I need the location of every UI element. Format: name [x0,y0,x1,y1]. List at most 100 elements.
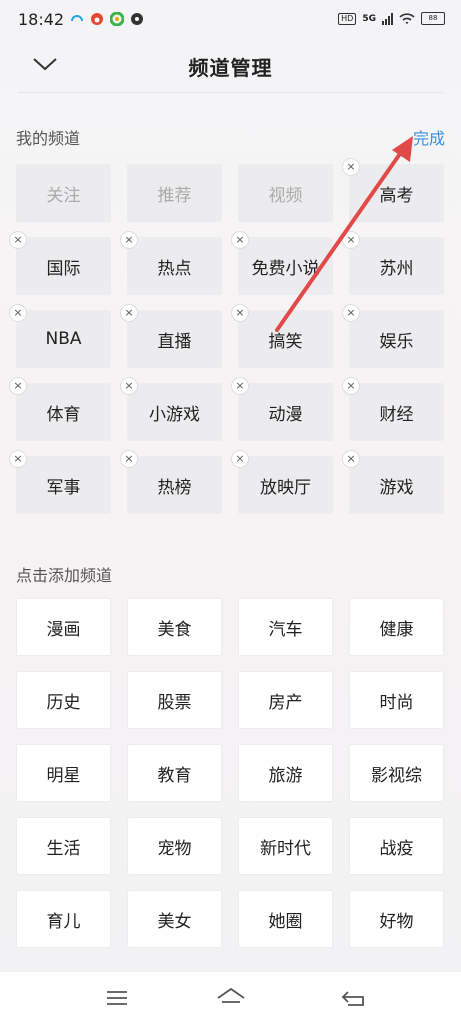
channel-label: 房产 [268,692,303,713]
remove-channel-icon[interactable]: × [120,377,138,395]
remove-channel-icon[interactable]: × [120,450,138,468]
add-channel-chip[interactable]: 她圈 [238,890,333,948]
remove-channel-icon[interactable]: × [9,304,27,322]
status-time: 18:42 [18,10,65,29]
channel-label: 好物 [379,911,414,932]
remove-channel-icon[interactable]: × [231,450,249,468]
my-channel-chip[interactable]: 国际 × [9,231,111,295]
signal-icon [382,12,393,25]
channel-label: 搞笑 [268,331,303,352]
add-channel-chip[interactable]: 汽车 [238,598,333,656]
hd-badge: HD [338,12,357,25]
channel-label: 苏州 [379,258,414,279]
add-channel-chip[interactable]: 影视综 [349,744,444,802]
remove-channel-icon[interactable]: × [9,450,27,468]
home-icon[interactable] [216,986,246,1010]
status-notification-icons [70,12,144,26]
my-channel-chip[interactable]: 游戏 × [342,450,444,514]
add-channel-chip[interactable]: 明星 [16,744,111,802]
remove-channel-icon[interactable]: × [231,304,249,322]
channel-label: 育儿 [46,911,81,932]
back-icon[interactable] [340,986,366,1010]
fixed-channel-chip[interactable]: 视频 [238,164,333,222]
fixed-channel-chip[interactable]: 推荐 [127,164,222,222]
channel-label: 生活 [46,838,81,859]
fixed-channel-chip[interactable]: 关注 [16,164,111,222]
menu-icon[interactable] [104,986,130,1010]
remove-channel-icon[interactable]: × [231,231,249,249]
add-channel-chip[interactable]: 健康 [349,598,444,656]
my-channel-chip[interactable]: NBA × [9,304,111,368]
channel-label: NBA [45,329,82,349]
channel-label: 免费小说 [251,258,320,279]
weibo-icon [91,13,103,25]
remove-channel-icon[interactable]: × [342,304,360,322]
my-channel-chip[interactable]: 小游戏 × [120,377,222,441]
add-channel-chip[interactable]: 战疫 [349,817,444,875]
remove-channel-icon[interactable]: × [342,231,360,249]
channel-label: 放映厅 [260,477,311,498]
my-channel-chip[interactable]: 热点 × [120,231,222,295]
navigation-bar [0,972,461,1024]
page-title: 频道管理 [188,56,273,80]
remove-channel-icon[interactable]: × [342,450,360,468]
remove-channel-icon[interactable]: × [9,377,27,395]
my-channel-chip[interactable]: 直播 × [120,304,222,368]
my-channel-chip[interactable]: 免费小说 × [231,231,333,295]
channel-label: 历史 [46,692,81,713]
channel-label: 她圈 [268,911,303,932]
my-channel-chip[interactable]: 苏州 × [342,231,444,295]
my-channel-chip[interactable]: 动漫 × [231,377,333,441]
channel-label: 健康 [379,619,414,640]
add-channel-chip[interactable]: 生活 [16,817,111,875]
pinwheel-icon [131,13,143,25]
remove-channel-icon[interactable]: × [9,231,27,249]
battery-icon: 88 [421,12,445,25]
add-channel-chip[interactable]: 漫画 [16,598,111,656]
status-bar: 18:42 HD 5G 88 [0,0,461,40]
channel-label: 推荐 [157,185,192,206]
add-channel-chip[interactable]: 历史 [16,671,111,729]
done-button[interactable]: 完成 [413,125,445,149]
channel-label: 国际 [46,258,81,279]
channel-label: 时尚 [379,692,414,713]
remove-channel-icon[interactable]: × [342,377,360,395]
channel-label: 视频 [268,185,303,206]
channel-label: 宠物 [157,838,192,859]
remove-channel-icon[interactable]: × [342,158,360,176]
my-channel-chip[interactable]: 热榜 × [120,450,222,514]
my-channel-chip[interactable]: 搞笑 × [231,304,333,368]
remove-channel-icon[interactable]: × [120,304,138,322]
add-channel-chip[interactable]: 好物 [349,890,444,948]
remove-channel-icon[interactable]: × [120,231,138,249]
add-channel-chip[interactable]: 旅游 [238,744,333,802]
my-channel-chip[interactable]: 体育 × [9,377,111,441]
remove-channel-icon[interactable]: × [231,377,249,395]
add-channel-chip[interactable]: 新时代 [238,817,333,875]
channel-label: 动漫 [268,404,303,425]
my-channel-chip[interactable]: 放映厅 × [231,450,333,514]
my-channel-chip[interactable]: 高考 × [342,158,444,222]
add-channel-chip[interactable]: 美女 [127,890,222,948]
channel-label: 新时代 [260,838,311,859]
my-channel-chip[interactable]: 军事 × [9,450,111,514]
add-channel-chip[interactable]: 房产 [238,671,333,729]
channel-label: 小游戏 [149,404,200,425]
add-channel-chip[interactable]: 宠物 [127,817,222,875]
my-channel-chip[interactable]: 财经 × [342,377,444,441]
channel-label: 影视综 [371,765,422,786]
channel-label: 美食 [157,619,192,640]
add-channel-chip[interactable]: 育儿 [16,890,111,948]
my-channel-chip[interactable]: 娱乐 × [342,304,444,368]
my-channels-grid: 关注 推荐 视频 高考 × 国际 × 热点 × 免费小说 × 苏州 × NBA × 直播 × 搞笑 × 娱乐 × 体育 × 小… [9,158,444,514]
add-channel-chip[interactable]: 美食 [127,598,222,656]
colorful-app-icon [110,12,124,26]
channel-label: 美女 [157,911,192,932]
channel-label: 股票 [157,692,192,713]
add-channel-chip[interactable]: 教育 [127,744,222,802]
channel-label: 漫画 [46,619,81,640]
add-channels-grid: 漫画 美食 汽车 健康历史 股票 房产 时尚明星 教育 旅游 影视综生活 宠物 新时代 战疫育儿 美女 她圈… [16,598,444,948]
channel-label: 体育 [46,404,81,425]
add-channel-chip[interactable]: 时尚 [349,671,444,729]
add-channel-chip[interactable]: 股票 [127,671,222,729]
